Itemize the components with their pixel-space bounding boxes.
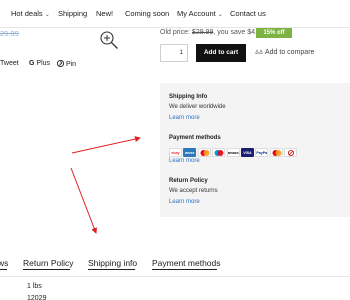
visa-icon: VISA: [240, 148, 254, 157]
google-plus-icon: G: [29, 60, 35, 67]
chevron-down-icon: ⌄: [44, 12, 50, 18]
tab-shipping-info[interactable]: Shipping info: [88, 258, 137, 268]
payment-methods-title: Payment methods: [169, 135, 221, 141]
tab-underline: [88, 269, 135, 270]
return-learn-more-link[interactable]: Learn more: [169, 199, 200, 205]
shipping-info-text: We deliver worldwide: [169, 104, 226, 110]
tab-reviews[interactable]: ws: [0, 258, 8, 268]
nav-item-new[interactable]: New!: [96, 9, 113, 18]
arrow-to-shipping-tab: [70, 167, 98, 234]
shipping-info-title: Shipping Info: [169, 94, 208, 100]
nav-item-contact-us[interactable]: Contact us: [230, 9, 266, 18]
pinterest-icon: [56, 59, 65, 68]
amazon-icon: amazon: [226, 148, 240, 157]
old-price: $29.99: [191, 29, 214, 36]
return-policy-text: We accept returns: [169, 188, 218, 194]
return-policy-title: Return Policy: [169, 178, 208, 184]
paypal-icon: PayPal: [255, 148, 269, 157]
google-plus-button[interactable]: G Plus: [29, 60, 50, 67]
tab-underline: [23, 269, 70, 270]
compare-icon: [255, 49, 263, 54]
tab-underline: [152, 269, 217, 270]
tweet-button[interactable]: ​Tweet: [0, 60, 19, 67]
nav-item-hot-deals[interactable]: Hot deals ⌄: [11, 9, 50, 18]
nav-item-shipping[interactable]: Shipping: [58, 9, 87, 18]
arrow-to-payment-methods: [71, 136, 141, 154]
pinterest-button[interactable]: Pin: [56, 59, 76, 68]
price-fragment: 29.99: [0, 29, 19, 38]
discount-badge: 15% off: [256, 28, 292, 38]
add-to-cart-button[interactable]: Add to cart: [196, 44, 246, 62]
maestro-icon: [212, 148, 226, 157]
shipping-learn-more-link[interactable]: Learn more: [169, 115, 200, 121]
payment-learn-more-link[interactable]: Learn more: [169, 158, 200, 164]
zoom-in-icon[interactable]: [99, 30, 119, 50]
top-navigation: Hot deals ⌄ Shipping New! Coming soon My …: [0, 0, 350, 28]
mastercard-icon: [269, 148, 283, 157]
chevron-down-icon: ⌄: [217, 12, 223, 18]
product-info-box: Shipping Info We deliver worldwide Learn…: [160, 83, 350, 217]
mastercard-icon: [197, 148, 211, 157]
amex-icon: amex: [183, 148, 197, 157]
card-icon: [284, 148, 298, 157]
tab-return-policy[interactable]: Return Policy: [23, 258, 74, 268]
add-to-compare-link[interactable]: Add to compare: [255, 49, 314, 56]
weight-value: 1 lbs: [27, 283, 42, 290]
price-row: 29.99 Old price: $29.99, you save $4.50 …: [0, 28, 350, 39]
payment-icons-row: ebayamex amazonVISAPayPal: [169, 148, 299, 158]
sku-value: 12029: [27, 295, 47, 300]
nav-item-my-account[interactable]: My Account ⌄: [177, 9, 223, 18]
tab-underline: [0, 269, 7, 270]
tab-payment-methods[interactable]: Payment methods: [152, 258, 221, 268]
old-price-info: Old price: $29.99, you save $4.50: [160, 29, 265, 36]
nav-item-coming-soon[interactable]: Coming soon: [125, 9, 169, 18]
quantity-input[interactable]: 1: [160, 44, 188, 62]
divider: [0, 276, 350, 277]
ebay-icon: ebay: [169, 148, 182, 157]
